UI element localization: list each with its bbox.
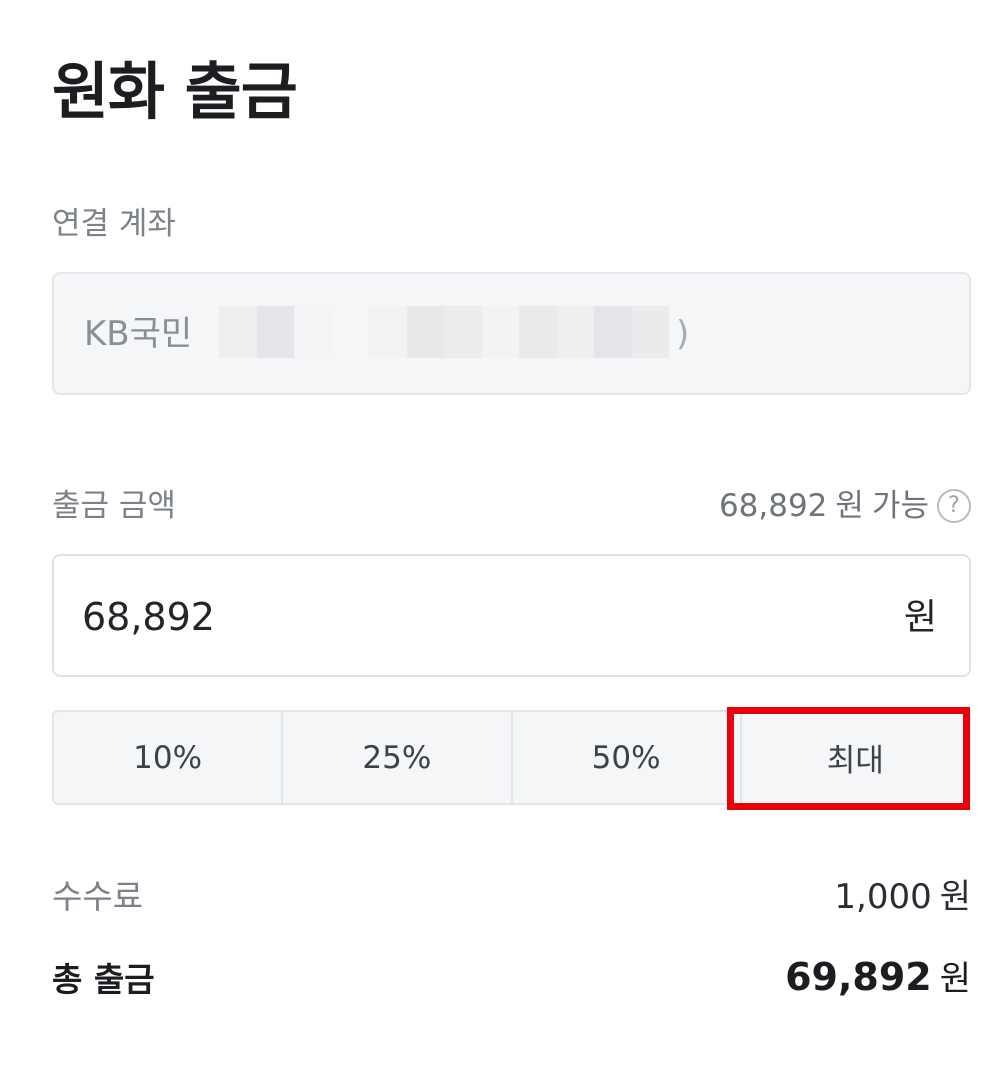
account-number-suffix: ) [676, 314, 690, 354]
withdraw-amount-unit: 원 [903, 597, 937, 638]
available-amount-suffix: 가능 [871, 488, 929, 524]
percent-25-button[interactable]: 25% [283, 712, 513, 803]
fee-amount-unit: 원 [939, 877, 971, 917]
account-bank-name: KB국민 [84, 314, 193, 354]
withdraw-amount-input[interactable] [82, 592, 842, 642]
question-circle-icon[interactable]: ? [937, 489, 971, 523]
fee-amount: 1,000 원 [834, 875, 971, 919]
total-withdraw-label: 총 출금 [52, 960, 155, 999]
total-withdraw-amount: 69,892 원 [785, 955, 971, 1001]
linked-account-field[interactable]: KB국민 ) [52, 272, 971, 395]
max-button[interactable]: 최대 [742, 712, 969, 803]
percent-10-button[interactable]: 10% [54, 712, 284, 803]
total-withdraw-value: 69,892 [785, 955, 932, 999]
percent-50-button[interactable]: 50% [513, 712, 742, 803]
account-number-mask [219, 306, 669, 358]
withdraw-amount-label: 출금 금액 [52, 488, 176, 524]
total-withdraw-unit: 원 [939, 959, 971, 999]
linked-account-label: 연결 계좌 [52, 206, 176, 242]
fee-label: 수수료 [52, 877, 144, 916]
available-amount-unit: 원 [835, 488, 864, 524]
available-amount: 68,892 원 가능 ? [719, 486, 971, 526]
available-amount-value: 68,892 [718, 488, 828, 524]
fee-amount-value: 1,000 [834, 877, 932, 917]
page-title: 원화 출금 [52, 55, 298, 128]
withdraw-amount-field[interactable]: 원 [52, 554, 971, 677]
percent-button-group: 10% 25% 50% 최대 [52, 710, 971, 805]
